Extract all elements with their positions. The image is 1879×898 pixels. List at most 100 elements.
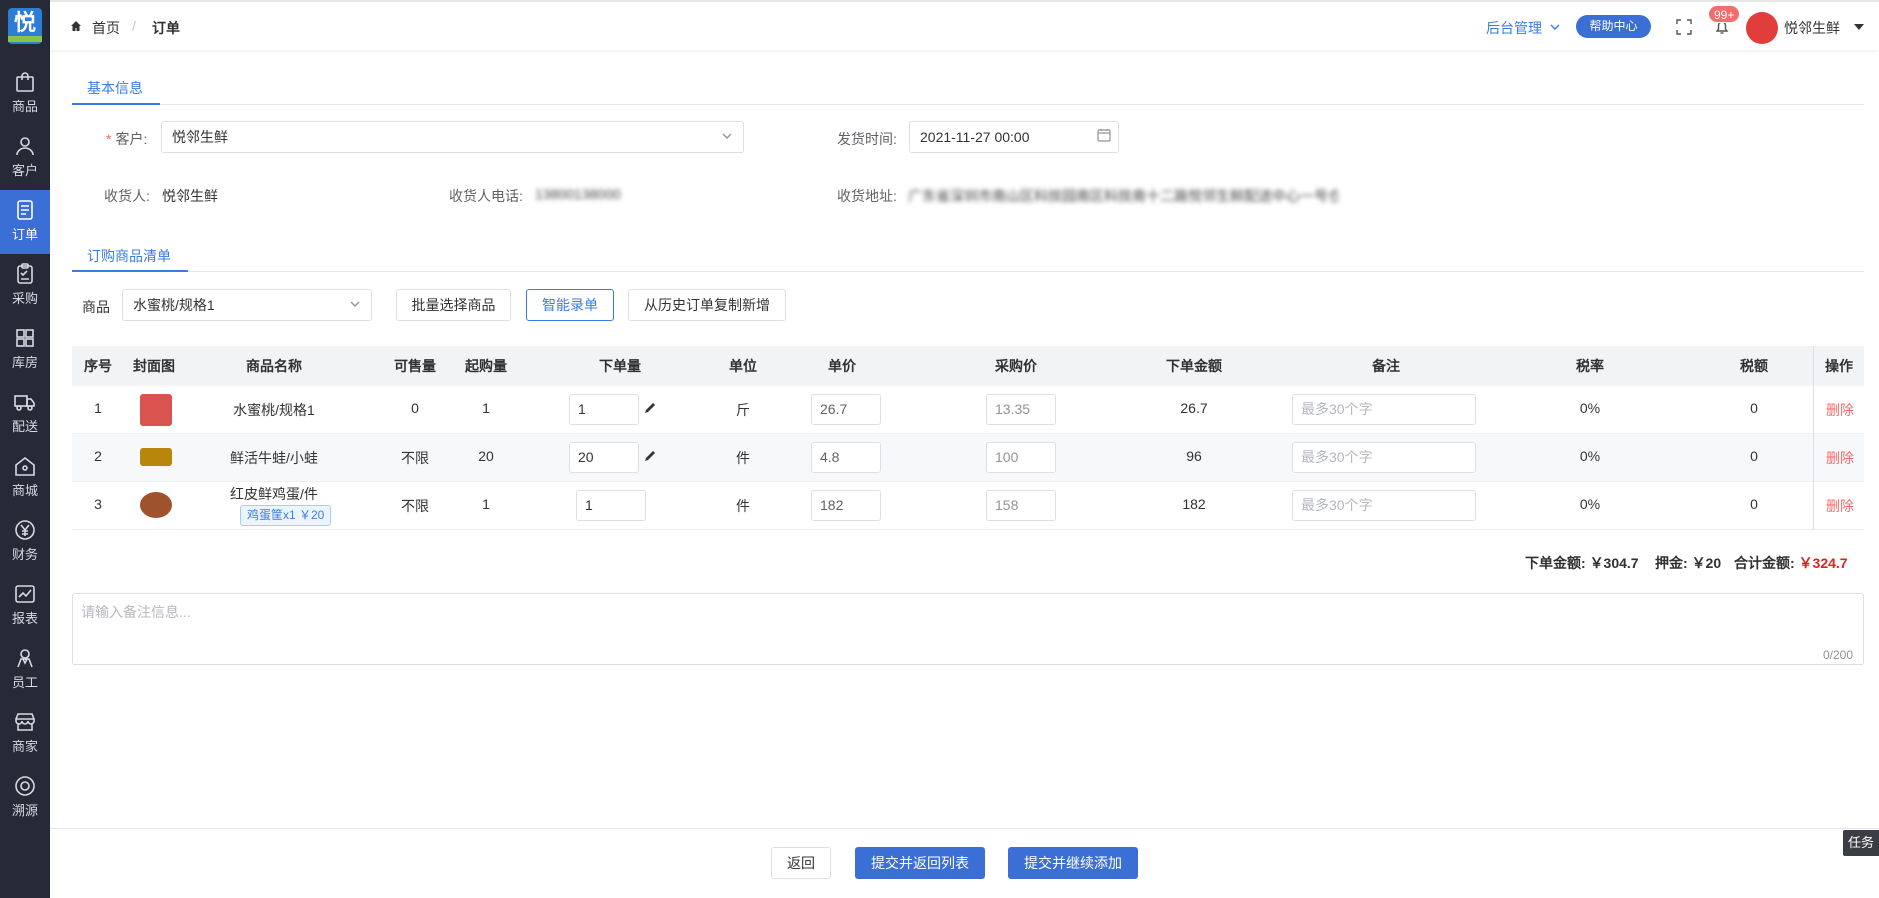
address-value: 广东省深圳市南山区科技园南区科技南十二路悦邻生鲜配送中心一号仓库	[908, 188, 1338, 204]
sidebar-item-mall[interactable]: 商城	[0, 446, 50, 510]
price-input[interactable]: 26.7	[811, 394, 881, 425]
help-center-button[interactable]: 帮助中心	[1576, 15, 1651, 38]
order-amount-label: 下单金额:	[1525, 555, 1586, 571]
pencil-icon[interactable]	[644, 449, 657, 462]
sidebar-item-merchant[interactable]: 商家	[0, 702, 50, 766]
house-icon	[15, 456, 35, 476]
receiver-value: 悦邻生鲜	[162, 188, 218, 204]
sidebar-item-finance[interactable]: 财务	[0, 510, 50, 574]
submit-return-button[interactable]: 提交并返回列表	[855, 847, 985, 879]
truck-icon	[14, 395, 35, 411]
price-input[interactable]: 182	[811, 490, 881, 521]
section-divider	[72, 104, 1864, 105]
ship-time-picker[interactable]: 2021-11-27 00:00	[909, 121, 1119, 153]
staff-icon	[17, 649, 33, 668]
yen-icon	[15, 520, 35, 540]
th-stock: 可售量	[394, 358, 436, 374]
pencil-icon[interactable]	[644, 401, 657, 414]
order-amount-summary: 下单金额: ￥304.7	[1525, 553, 1639, 573]
stock-value: 不限	[401, 498, 429, 514]
unit-value: 斤	[736, 402, 750, 418]
cost-input[interactable]: 158	[986, 490, 1056, 521]
sidebar-item-label: 客户	[11, 163, 38, 178]
remark-placeholder: 请输入备注信息...	[81, 604, 191, 620]
breadcrumb-home[interactable]: 首页	[92, 18, 120, 38]
chevron-down-icon[interactable]	[349, 300, 361, 308]
chevron-down-icon[interactable]	[721, 132, 733, 140]
user-name[interactable]: 悦邻生鲜	[1784, 18, 1840, 38]
breadcrumb-separator: /	[132, 18, 136, 34]
th-price: 单价	[828, 358, 856, 374]
th-amount: 下单金额	[1166, 358, 1222, 374]
sidebar-item-label: 采购	[11, 291, 38, 306]
product-label: 商品	[82, 299, 110, 315]
sidebar-item-label: 商城	[11, 483, 38, 498]
tab-active-indicator	[72, 103, 160, 105]
task-button[interactable]: 任务	[1843, 830, 1879, 856]
batch-select-button[interactable]: 批量选择商品	[396, 289, 511, 321]
sidebar-item-customer[interactable]: 客户	[0, 126, 50, 190]
app-logo[interactable]: 悦	[8, 8, 42, 44]
sidebar-item-order[interactable]: 订单	[0, 190, 50, 254]
deposit-value: ￥20	[1691, 555, 1722, 571]
cost-input[interactable]: 13.35	[986, 394, 1056, 425]
delete-link[interactable]: 删除	[1826, 496, 1854, 516]
price-input[interactable]: 4.8	[811, 442, 881, 473]
caret-down-icon[interactable]	[1854, 24, 1864, 30]
back-button[interactable]: 返回	[771, 847, 831, 879]
submit-continue-button[interactable]: 提交并继续添加	[1008, 847, 1138, 879]
qty-input[interactable]: 1	[576, 490, 646, 521]
delete-link[interactable]: 删除	[1826, 400, 1854, 420]
row-index: 1	[94, 400, 102, 416]
amount-value: 26.7	[1180, 400, 1208, 416]
phone-label: 收货人电话:	[449, 188, 523, 204]
product-thumbnail	[140, 492, 172, 518]
tax-value: 0	[1750, 400, 1758, 416]
remark-input[interactable]: 最多30个字	[1292, 394, 1476, 425]
table-row: 3 红皮鲜鸡蛋/件 鸡蛋筐x1 ￥20 不限 1 1 件 182 158 182…	[72, 482, 1864, 530]
avatar[interactable]	[1746, 12, 1778, 44]
receiver-label: 收货人:	[104, 188, 150, 204]
order-remark-textarea[interactable]: 请输入备注信息... 0/200	[72, 593, 1864, 665]
smart-entry-button[interactable]: 智能录单	[526, 289, 614, 321]
tab-goods-list[interactable]: 订购商品清单	[87, 246, 171, 266]
fullscreen-icon[interactable]	[1676, 19, 1692, 35]
remark-input[interactable]: 最多30个字	[1292, 442, 1476, 473]
admin-menu[interactable]: 后台管理	[1486, 18, 1542, 38]
th-remark: 备注	[1372, 358, 1400, 374]
table-row: 1 水蜜桃/规格1 0 1 1 斤 26.7 13.35 26.7 最多30个字…	[72, 386, 1864, 434]
amount-value: 96	[1186, 448, 1202, 464]
product-name: 水蜜桃/规格1	[233, 402, 315, 418]
order-amount-value: ￥304.7	[1589, 555, 1639, 571]
sidebar-item-report[interactable]: 报表	[0, 574, 50, 638]
delete-link[interactable]: 删除	[1826, 448, 1854, 468]
calendar-icon[interactable]	[1097, 128, 1111, 142]
remark-input[interactable]: 最多30个字	[1292, 490, 1476, 521]
clipboard-icon	[17, 263, 33, 284]
tax-rate-value: 0%	[1579, 448, 1601, 464]
product-name: 红皮鲜鸡蛋/件	[230, 486, 318, 502]
qty-input[interactable]: 1	[569, 394, 639, 425]
cost-input[interactable]: 100	[986, 442, 1056, 473]
customer-select[interactable]: 悦邻生鲜	[161, 121, 744, 153]
sidebar-item-delivery[interactable]: 配送	[0, 382, 50, 446]
th-tax-rate: 税率	[1576, 358, 1604, 374]
required-mark: *	[106, 131, 112, 147]
home-icon[interactable]	[70, 20, 82, 32]
address-label: 收货地址:	[837, 188, 897, 204]
copy-history-button[interactable]: 从历史订单复制新增	[628, 289, 786, 321]
sidebar-item-goods[interactable]: 商品	[0, 62, 50, 126]
ship-time-label: 发货时间:	[837, 131, 897, 147]
sidebar-item-trace[interactable]: 溯源	[0, 766, 50, 830]
total-label: 合计金额:	[1734, 555, 1795, 571]
sidebar-item-warehouse[interactable]: 库房	[0, 318, 50, 382]
tab-basic-info[interactable]: 基本信息	[87, 78, 143, 98]
sidebar-item-staff[interactable]: 员工	[0, 638, 50, 702]
qty-input[interactable]: 20	[569, 442, 639, 473]
sidebar: 悦 商品 客户 订单 采购 库房 配送 商城 财务 报表 员工 商家 溯源	[0, 0, 50, 898]
chevron-down-icon[interactable]	[1550, 24, 1560, 30]
sidebar-item-purchase[interactable]: 采购	[0, 254, 50, 318]
product-select[interactable]: 水蜜桃/规格1	[122, 289, 372, 321]
document-icon	[17, 200, 33, 220]
customer-select-value: 悦邻生鲜	[172, 129, 228, 145]
